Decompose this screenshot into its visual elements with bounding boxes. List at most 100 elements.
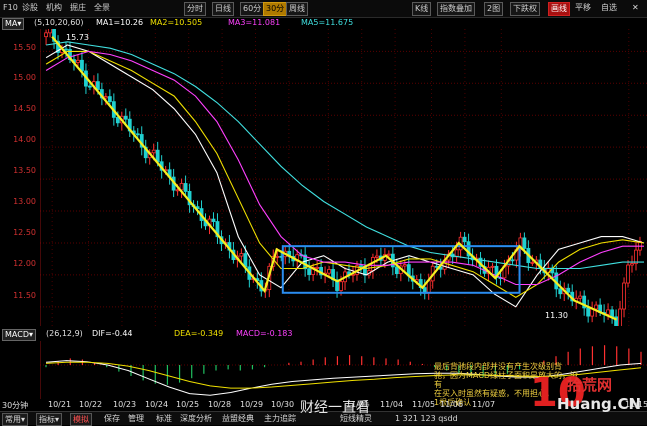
period-tab-weekly[interactable]: 周线 <box>286 2 308 16</box>
bottom-item-manage[interactable]: 管理 <box>128 413 144 424</box>
y-tick-label: 15.00 <box>13 73 36 82</box>
candle-body <box>339 281 343 291</box>
kline-button[interactable]: K线 <box>412 2 432 16</box>
index-overlay-button[interactable]: 指数叠加 <box>437 2 475 16</box>
candle-body <box>618 308 622 326</box>
y-tick-label: 15.50 <box>13 43 36 52</box>
candle-body <box>275 255 280 258</box>
macd-params: (26,12,9) <box>46 329 83 338</box>
x-tick-label: 10/21 <box>48 400 72 409</box>
y-tick-label: 14.00 <box>13 135 36 144</box>
top-toolbar: F10 诊股 机构 掘庄 全景 分时 日线 60分 30分 周线 K线 指数叠加… <box>0 0 647 18</box>
candle-body <box>610 309 614 318</box>
ex-rights-button[interactable]: 下跌权 <box>510 2 540 16</box>
candle-body <box>530 261 535 264</box>
kline-chart[interactable]: 15.73 11.30 <box>40 29 647 326</box>
x-tick-label: 10/29 <box>240 400 264 409</box>
close-icon[interactable]: ✕ <box>632 2 639 14</box>
ma1-value: MA1=10.26 <box>96 18 144 27</box>
candle-body <box>135 133 140 136</box>
candle-body <box>622 282 626 310</box>
two-chart-button[interactable]: 2图 <box>484 2 504 16</box>
macd-legend: MACD▾ (26,12,9) DIF=-0.44 DEA=-0.349 MAC… <box>0 328 647 341</box>
x-tick-label: 11/04 <box>380 400 404 409</box>
ma-line-ma3 <box>45 50 644 286</box>
ma-legend: MA▾ (5,10,20,60) MA1=10.26 MA2=10.505 MA… <box>0 17 647 30</box>
period-tab-daily[interactable]: 日线 <box>212 2 234 16</box>
candle-body <box>578 295 583 299</box>
watermark-text: 财经一直看 <box>300 400 370 416</box>
macd-dif-value: DIF=-0.44 <box>92 329 133 338</box>
toolbar-item-f10[interactable]: F10 <box>3 2 18 14</box>
watermark-logo-cn: 拾荒网 <box>567 376 613 394</box>
candle-body <box>490 265 495 268</box>
y-tick-label: 13.50 <box>13 166 36 175</box>
candle-body <box>510 259 515 262</box>
bottom-item-mainforce[interactable]: 主力追踪 <box>264 413 296 424</box>
candle-body <box>558 288 563 295</box>
candle-body <box>123 115 128 120</box>
candle-body <box>95 81 100 90</box>
candle-body <box>239 253 244 257</box>
x-tick-label: 11/06 <box>440 400 464 409</box>
toolbar-item-institution[interactable]: 机构 <box>46 2 62 14</box>
bottom-item-classic[interactable]: 益盟经典 <box>222 413 254 424</box>
toolbar-item-dig[interactable]: 掘庄 <box>70 2 86 14</box>
macd-dea-value: DEA=-0.349 <box>174 329 224 338</box>
candle-body <box>76 59 80 63</box>
tab-common[interactable]: 常用▾ <box>2 413 29 426</box>
x-tick-label: 10/30 <box>271 400 295 409</box>
toolbar-item-diagnose[interactable]: 诊股 <box>22 2 38 14</box>
price-axis: 15.50 15.00 14.50 14.00 13.50 13.00 12.5… <box>0 29 40 329</box>
candle-body <box>462 236 467 243</box>
macd-value: MACD=-0.183 <box>236 329 293 338</box>
candle-body <box>522 237 527 249</box>
ma2-value: MA2=10.505 <box>150 18 203 27</box>
candle-body <box>243 253 248 268</box>
high-price-label: 15.73 <box>66 33 89 42</box>
bottom-item-depth[interactable]: 深度分析 <box>180 413 212 424</box>
y-tick-label: 11.50 <box>13 291 36 300</box>
bottom-item-save[interactable]: 保存 <box>104 413 120 424</box>
y-tick-label: 13.00 <box>13 197 36 206</box>
ma-params: (5,10,20,60) <box>34 18 84 27</box>
period-tab-60min[interactable]: 60分 <box>240 2 265 16</box>
candle-body <box>594 304 599 310</box>
tab-indicators[interactable]: 指标▾ <box>36 413 63 426</box>
candle-body <box>155 149 160 163</box>
macd-indicator-selector[interactable]: MACD▾ <box>2 329 36 341</box>
pan-button[interactable]: 平移 <box>575 2 591 14</box>
candle-body <box>80 59 84 72</box>
candle-body <box>402 264 407 267</box>
period-tab-30min[interactable]: 30分 <box>263 2 288 16</box>
candle-body <box>359 265 363 268</box>
candle-body <box>307 268 312 275</box>
x-tick-label: 10/23 <box>113 400 137 409</box>
candle-body <box>566 287 571 293</box>
candle-body <box>634 249 638 264</box>
toolbar-item-panorama[interactable]: 全景 <box>94 2 110 14</box>
x-tick-label: 11/05 <box>412 400 436 409</box>
x-tick-label: 30分钟 <box>2 401 29 410</box>
y-tick-label: 14.50 <box>13 104 36 113</box>
ma-line-ma2 <box>45 50 645 298</box>
period-tab-intraday[interactable]: 分时 <box>184 2 206 16</box>
candle-body <box>386 253 391 256</box>
candle-body <box>48 29 52 34</box>
candle-body <box>315 267 320 269</box>
x-tick-label: 11/07 <box>472 400 496 409</box>
low-price-label: 11.30 <box>545 311 568 320</box>
candle-body <box>175 189 180 192</box>
candle-body <box>151 149 156 154</box>
ma-line-ma5 <box>46 41 644 270</box>
candle-body <box>44 32 48 38</box>
x-tick-label: 10/22 <box>79 400 103 409</box>
candle-body <box>107 96 112 103</box>
bottom-item-standard[interactable]: 标准 <box>156 413 172 424</box>
draw-line-button[interactable]: 画线 <box>548 2 570 16</box>
candle-body <box>183 183 188 192</box>
bottom-trail: 1 321 123 qsdd <box>395 414 458 423</box>
watchlist-button[interactable]: 自选 <box>601 2 617 14</box>
tab-simulate[interactable]: 模拟 <box>70 413 92 426</box>
x-tick-label: 10/24 <box>145 400 169 409</box>
